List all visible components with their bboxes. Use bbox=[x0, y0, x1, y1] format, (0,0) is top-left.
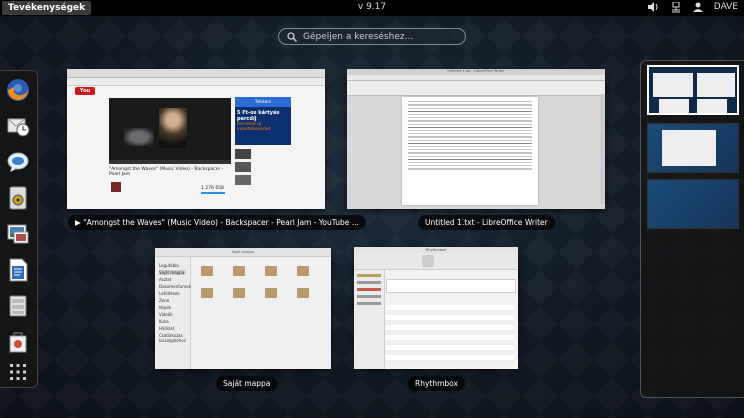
search-icon bbox=[287, 31, 297, 42]
folder-icon[interactable] bbox=[201, 288, 213, 298]
firefox-window-thumbnail[interactable]: You Telekom 5 Ft-os kártyás percdíj Rend… bbox=[67, 69, 325, 209]
folder-icon[interactable] bbox=[233, 266, 245, 276]
firefox-icon[interactable] bbox=[5, 77, 31, 103]
sidebar-connect[interactable]: Csatlakozás kiszolgálóhoz bbox=[159, 333, 186, 343]
related-videos bbox=[235, 149, 291, 204]
sidebar-network[interactable]: Hálózat bbox=[159, 326, 186, 331]
empathy-icon[interactable] bbox=[5, 149, 31, 175]
shotwell-icon[interactable] bbox=[5, 221, 31, 247]
youtube-logo: You bbox=[75, 87, 95, 95]
rhythmbox-sidebar bbox=[354, 270, 385, 369]
browser-pane[interactable] bbox=[386, 279, 516, 293]
top-bar: Tevékenységek v 9.17 DAVE bbox=[0, 0, 744, 16]
workspace-2[interactable] bbox=[647, 123, 739, 173]
ad-banner-top: Telekom bbox=[235, 97, 291, 107]
track-list[interactable] bbox=[386, 305, 514, 365]
folder-icon[interactable] bbox=[201, 266, 213, 276]
search-placeholder: Gépeljen a kereséshez… bbox=[303, 31, 414, 42]
rhythmbox-toolbar bbox=[354, 253, 518, 270]
sidebar-entry bbox=[357, 288, 381, 291]
files-window-thumbnail[interactable]: Saját mappa Legutóbbi Saját mappa Asztal… bbox=[155, 248, 331, 369]
youtube-caption[interactable]: ▶ "Amongst the Waves" (Music Video) - Ba… bbox=[68, 215, 366, 230]
sidebar-entry bbox=[357, 281, 381, 284]
folder-icon[interactable] bbox=[297, 266, 309, 276]
album-art bbox=[422, 255, 434, 267]
show-apps-icon[interactable] bbox=[5, 359, 31, 385]
browser-tabbar bbox=[67, 69, 325, 78]
writer-window-thumbnail[interactable]: Untitled 1.txt - LibreOffice Writer bbox=[347, 69, 605, 209]
view-count: 1 276 658 bbox=[201, 186, 224, 191]
dash bbox=[0, 70, 38, 388]
sidebar-entry bbox=[357, 295, 381, 298]
video-player[interactable] bbox=[109, 98, 231, 164]
system-tray: DAVE bbox=[648, 1, 738, 13]
rhythmbox-window-thumbnail[interactable]: Rhythmbox bbox=[354, 247, 518, 369]
ad-subtext: Rendeld új vezetékesedet bbox=[237, 122, 271, 132]
clock[interactable]: v 9.17 bbox=[358, 2, 386, 12]
sidebar-desktop[interactable]: Asztal bbox=[159, 277, 186, 282]
mini-window bbox=[653, 73, 693, 97]
mini-window bbox=[659, 99, 689, 113]
sidebar-music[interactable]: Zene bbox=[159, 298, 186, 303]
like-bar bbox=[201, 192, 225, 194]
files-icon[interactable] bbox=[5, 293, 31, 319]
browser-urlbar bbox=[67, 78, 325, 86]
folder-grid bbox=[201, 266, 323, 298]
folder-icon[interactable] bbox=[265, 266, 277, 276]
folder-icon[interactable] bbox=[297, 288, 309, 298]
user-name[interactable]: DAVE bbox=[714, 2, 738, 12]
mini-window bbox=[697, 73, 735, 97]
files-caption[interactable]: Saját mappa bbox=[216, 376, 278, 391]
user-icon[interactable] bbox=[692, 1, 704, 13]
files-titlebar: Saját mappa bbox=[155, 248, 331, 257]
video-progress[interactable] bbox=[109, 160, 231, 164]
volume-icon[interactable] bbox=[648, 1, 660, 13]
writer-toolbar bbox=[347, 81, 605, 96]
sidebar-recent[interactable]: Legutóbbi bbox=[159, 263, 186, 268]
software-icon[interactable] bbox=[5, 329, 31, 355]
search-input[interactable]: Gépeljen a kereséshez… bbox=[278, 28, 466, 45]
folder-icon[interactable] bbox=[233, 288, 245, 298]
sidebar-pictures[interactable]: Képek bbox=[159, 305, 186, 310]
ad-banner[interactable]: 5 Ft-os kártyás percdíj Rendeld új vezet… bbox=[235, 107, 291, 145]
channel-avatar bbox=[111, 182, 121, 192]
workspace-3[interactable] bbox=[647, 179, 739, 229]
writer-page[interactable] bbox=[402, 97, 538, 205]
rhythmbox-icon[interactable] bbox=[5, 185, 31, 211]
sidebar-trash[interactable]: Kuka bbox=[159, 319, 186, 324]
document-text bbox=[408, 100, 532, 170]
folder-icon[interactable] bbox=[265, 288, 277, 298]
workspace-switcher bbox=[640, 60, 744, 398]
network-icon[interactable] bbox=[670, 1, 682, 13]
sidebar-entry bbox=[357, 274, 381, 277]
writer-icon[interactable] bbox=[5, 257, 31, 283]
mini-window bbox=[697, 99, 727, 113]
sidebar-entry bbox=[357, 302, 381, 305]
video-title: "Amongst the Waves" (Music Video) - Back… bbox=[109, 167, 224, 177]
evolution-icon[interactable] bbox=[5, 113, 31, 139]
writer-caption[interactable]: Untitled 1.txt - LibreOffice Writer bbox=[418, 215, 555, 230]
ad-text: 5 Ft-os kártyás percdíj bbox=[237, 110, 280, 122]
video-frame bbox=[159, 108, 187, 148]
rhythmbox-caption[interactable]: Rhythmbox bbox=[408, 376, 465, 391]
activities-button[interactable]: Tevékenységek bbox=[2, 1, 92, 15]
sidebar-videos[interactable]: Videók bbox=[159, 312, 186, 317]
sidebar-downloads[interactable]: Letöltések bbox=[159, 291, 186, 296]
drum-kit bbox=[124, 128, 154, 146]
writer-scrollbar[interactable] bbox=[600, 94, 605, 204]
files-sidebar: Legutóbbi Saját mappa Asztal Dokumentumo… bbox=[155, 257, 191, 369]
sidebar-documents[interactable]: Dokumentumok bbox=[159, 284, 191, 289]
workspace-1[interactable] bbox=[647, 65, 739, 115]
sidebar-home[interactable]: Saját mappa bbox=[159, 270, 186, 275]
mini-window bbox=[662, 130, 716, 166]
